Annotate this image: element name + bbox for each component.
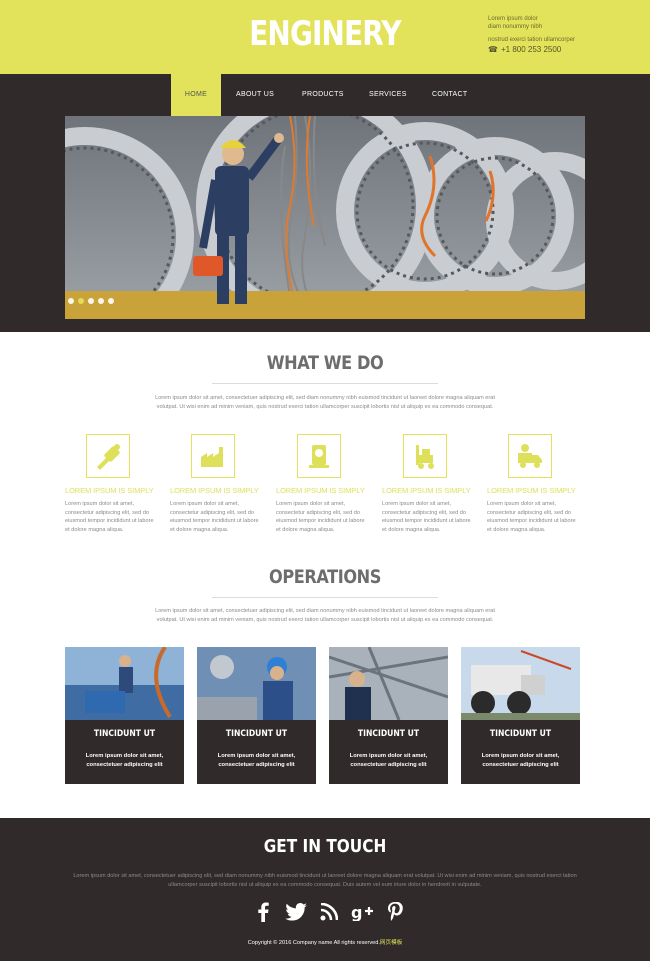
slider-dot[interactable] <box>98 298 104 304</box>
operation-text: Lorem ipsum dolor sit amet, consectetuer … <box>197 752 316 769</box>
social-links: g <box>252 901 406 923</box>
machine-icon <box>297 434 341 478</box>
nav-item-contact[interactable]: CONTACT <box>432 74 492 116</box>
operation-title: TINCIDUNT UT <box>489 729 552 739</box>
slider-dot[interactable] <box>88 298 94 304</box>
contact-line-3: nostrud exerci tation ullamcorper <box>488 37 576 43</box>
operation-text-line: Lorem ipsum dolor sit amet, <box>217 753 296 759</box>
contact-line-2: diam nonummy nibh <box>488 24 543 30</box>
nav-item-products[interactable]: PRODUCTS <box>302 74 369 116</box>
feature-text: Lorem ipsum dolor sit amet, consectetur … <box>65 501 154 533</box>
facebook-icon[interactable] <box>252 901 274 923</box>
operation-title: TINCIDUNT UT <box>357 729 420 739</box>
slider-dot[interactable] <box>68 298 74 304</box>
factory-icon <box>191 434 235 478</box>
operation-text-line: consectetuer adipiscing elit <box>86 761 163 768</box>
operation-card[interactable]: TINCIDUNT UT Lorem ipsum dolor sit amet,… <box>65 647 184 784</box>
operation-text-line: Lorem ipsum dolor sit amet, <box>481 753 560 759</box>
operation-card[interactable]: TINCIDUNT UT Lorem ipsum dolor sit amet,… <box>461 647 580 784</box>
operations-title: OPERATIONS <box>269 566 381 588</box>
slider-dots <box>68 298 114 304</box>
operation-text-line: consectetuer adipiscing elit <box>218 761 295 768</box>
operation-text-line: consectetuer adipiscing elit <box>482 761 559 768</box>
operation-text: Lorem ipsum dolor sit amet, consectetuer … <box>329 752 448 769</box>
feature-item: LOREM IPSUM IS SIMPLY Lorem ipsum dolor … <box>170 434 260 534</box>
phone-icon: ☎ <box>488 45 498 54</box>
google-plus-icon[interactable]: g <box>351 901 373 923</box>
operations-intro: Lorem ipsum dolor sit amet, consectetuer… <box>155 608 495 623</box>
main-nav: HOME ABOUT US PRODUCTS SERVICES CONTACT <box>171 74 492 116</box>
svg-text:g: g <box>351 903 362 921</box>
feature-title: LOREM IPSUM IS SIMPLY <box>170 486 259 495</box>
slider-dot[interactable] <box>108 298 114 304</box>
copyright-link[interactable]: 网页模板 <box>380 940 402 946</box>
operation-title: TINCIDUNT UT <box>225 729 288 739</box>
feature-text: Lorem ipsum dolor sit amet, consectetur … <box>276 501 365 533</box>
phone-number: +1 800 253 2500 <box>500 45 562 54</box>
truck-icon <box>508 434 552 478</box>
feature-item: LOREM IPSUM IS SIMPLY Lorem ipsum dolor … <box>487 434 577 534</box>
feature-title: LOREM IPSUM IS SIMPLY <box>276 486 365 495</box>
pinterest-icon[interactable] <box>384 901 406 923</box>
operation-image <box>197 647 316 720</box>
feature-item: LOREM IPSUM IS SIMPLY Lorem ipsum dolor … <box>65 434 155 534</box>
nav-item-services[interactable]: SERVICES <box>369 74 432 116</box>
slider-dot-active[interactable] <box>78 298 84 304</box>
feature-title: LOREM IPSUM IS SIMPLY <box>487 486 576 495</box>
header-phone: ☎ +1 800 253 2500 <box>488 45 561 54</box>
copyright: Copyright © 2016 Company name All rights… <box>0 938 650 946</box>
footer-title: GET IN TOUCH <box>263 836 387 857</box>
nav-item-home[interactable]: HOME <box>171 74 221 116</box>
header-bar: ENGINERY Lorem ipsum dolor diam nonummy … <box>0 0 650 74</box>
operation-image <box>329 647 448 720</box>
operation-text: Lorem ipsum dolor sit amet, consectetuer … <box>461 752 580 769</box>
rss-icon[interactable] <box>318 901 340 923</box>
copyright-text: Copyright © 2016 Company name All rights… <box>247 940 380 946</box>
feature-item: LOREM IPSUM IS SIMPLY Lorem ipsum dolor … <box>382 434 472 534</box>
operation-title: TINCIDUNT UT <box>93 729 156 739</box>
twitter-icon[interactable] <box>285 901 307 923</box>
nav-item-about-us[interactable]: ABOUT US <box>236 74 302 116</box>
header-contact: Lorem ipsum dolor diam nonummy nibh nost… <box>488 15 575 44</box>
tools-icon <box>86 434 130 478</box>
operation-text-line: Lorem ipsum dolor sit amet, <box>349 753 428 759</box>
divider <box>212 383 438 384</box>
operation-card[interactable]: TINCIDUNT UT Lorem ipsum dolor sit amet,… <box>197 647 316 784</box>
forklift-icon <box>403 434 447 478</box>
divider <box>212 597 438 598</box>
feature-title: LOREM IPSUM IS SIMPLY <box>65 486 154 495</box>
operation-image <box>461 647 580 720</box>
feature-text: Lorem ipsum dolor sit amet, consectetur … <box>382 501 471 533</box>
what-we-do-intro: Lorem ipsum dolor sit amet, consectetuer… <box>155 395 495 410</box>
feature-title: LOREM IPSUM IS SIMPLY <box>382 486 471 495</box>
operation-image <box>65 647 184 720</box>
operation-text-line: consectetuer adipiscing elit <box>350 761 427 768</box>
operation-text-line: Lorem ipsum dolor sit amet, <box>85 753 164 759</box>
operation-text: Lorem ipsum dolor sit amet, consectetuer … <box>65 752 184 769</box>
feature-text: Lorem ipsum dolor sit amet, consectetur … <box>170 501 259 533</box>
feature-text: Lorem ipsum dolor sit amet, consectetur … <box>487 501 576 533</box>
what-we-do-title: WHAT WE DO <box>266 352 384 374</box>
footer-text: Lorem ipsum dolor sit amet, consectetuer… <box>73 873 577 888</box>
operation-card[interactable]: TINCIDUNT UT Lorem ipsum dolor sit amet,… <box>329 647 448 784</box>
hero-slider-image <box>65 116 585 319</box>
feature-item: LOREM IPSUM IS SIMPLY Lorem ipsum dolor … <box>276 434 366 534</box>
contact-line-1: Lorem ipsum dolor <box>488 16 538 22</box>
